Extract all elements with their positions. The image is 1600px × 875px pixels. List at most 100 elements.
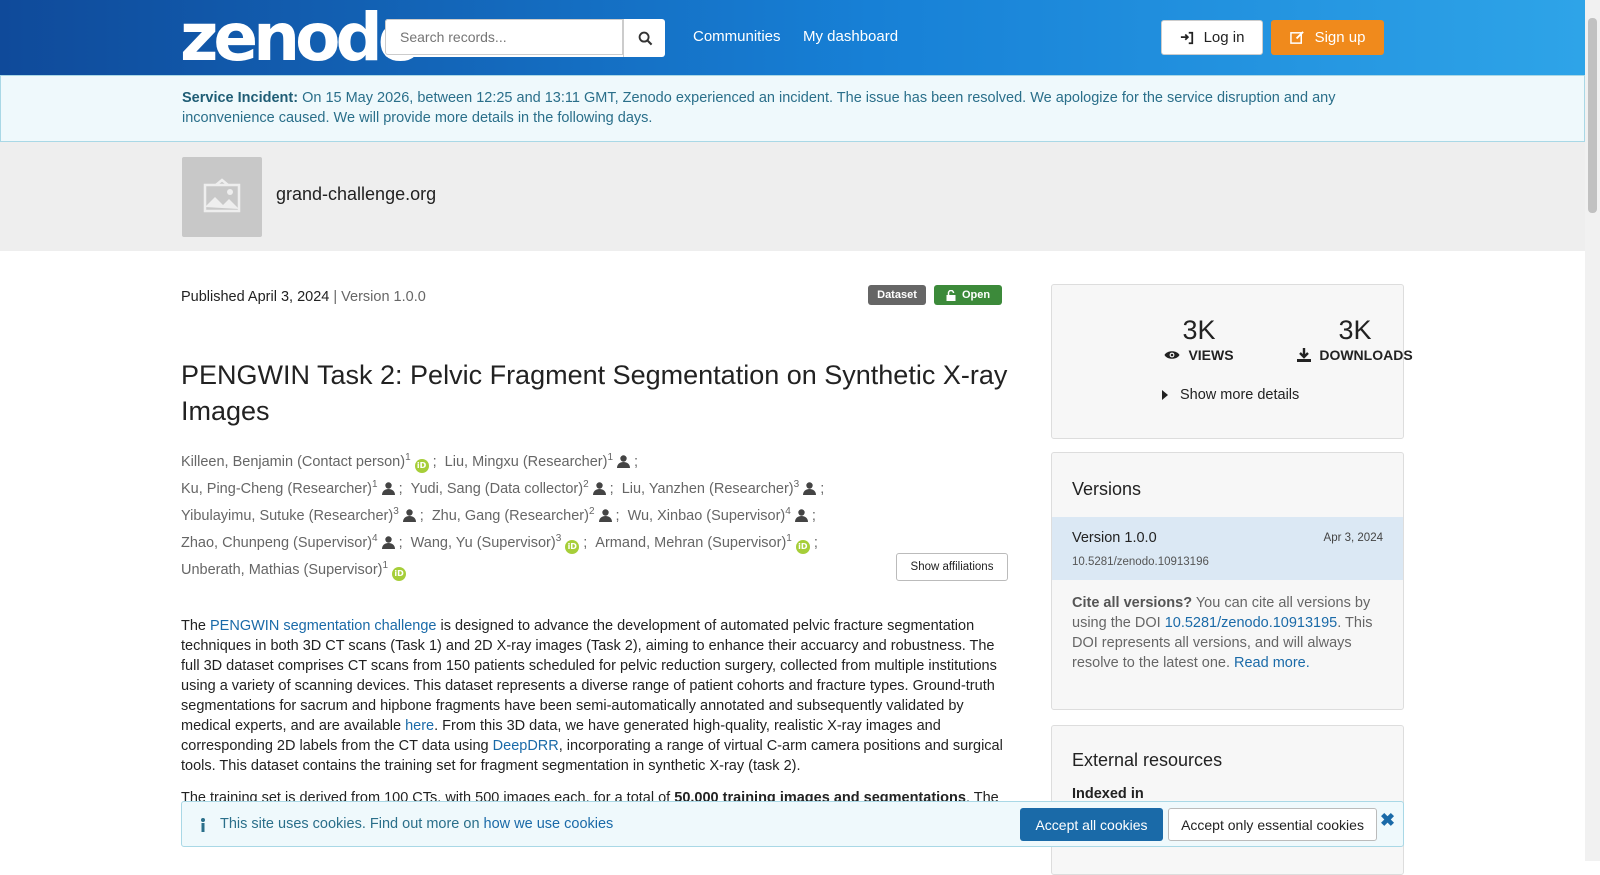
here-link[interactable]: here [405, 718, 434, 734]
pengwin-challenge-link[interactable]: PENGWIN segmentation challenge [210, 618, 436, 634]
orcid-icon[interactable]: iD [565, 539, 580, 554]
affiliation-number: 1 [372, 479, 378, 490]
separator: ; [820, 480, 825, 497]
read-more-link[interactable]: Read more. [1234, 655, 1310, 671]
user-icon [402, 509, 416, 522]
separator: ; [583, 534, 588, 551]
separator: ; [432, 453, 437, 470]
community-logo[interactable] [182, 157, 262, 237]
signup-button[interactable]: Sign up [1271, 20, 1384, 55]
creator-name[interactable]: Ku, Ping-Cheng (Researcher) [181, 481, 372, 497]
deepdrr-link[interactable]: DeepDRR [493, 738, 559, 754]
version-doi: 10.5281/zenodo.10913196 [1072, 556, 1209, 568]
image-placeholder-icon [203, 178, 241, 213]
show-affiliations-button[interactable]: Show affiliations [896, 553, 1008, 581]
version-item[interactable]: Version 1.0.0 Apr 3, 2024 10.5281/zenodo… [1052, 517, 1403, 580]
search-icon [638, 31, 652, 45]
separator: ; [634, 453, 639, 470]
separator: ; [615, 507, 620, 524]
external-resources-card: External resources Indexed in [1051, 725, 1404, 875]
search-button[interactable] [623, 19, 666, 57]
creator-name[interactable]: Liu, Yanzhen (Researcher) [622, 481, 794, 497]
access-label: Open [961, 289, 991, 301]
nav-my-dashboard[interactable]: My dashboard [803, 28, 898, 45]
creator-name[interactable]: Yudi, Sang (Data collector) [411, 481, 583, 497]
download-icon [1297, 348, 1312, 362]
affiliation-number: 2 [583, 479, 589, 490]
show-more-details-toggle[interactable]: Show more details [1162, 387, 1299, 403]
accept-all-cookies-button[interactable]: Accept all cookies [1020, 808, 1163, 841]
community-name[interactable]: grand-challenge.org [276, 184, 436, 205]
versions-heading: Versions [1072, 479, 1142, 499]
creators-row: Killeen, Benjamin (Contact person)1iD; Li… [181, 444, 1011, 473]
external-resources-heading: External resources [1072, 750, 1223, 770]
access-badge: Open [934, 285, 1002, 305]
desc-text: The [181, 618, 211, 634]
creator-name[interactable]: Yibulayimu, Sutuke (Researcher) [181, 508, 393, 524]
search-box [385, 19, 665, 57]
creator-name[interactable]: Wu, Xinbao (Supervisor) [628, 508, 786, 524]
creator-name[interactable]: Zhu, Gang (Researcher) [432, 508, 589, 524]
search-input[interactable] [385, 19, 623, 55]
incident-label: Service Incident: [182, 90, 299, 106]
affiliation-number: 2 [588, 506, 595, 517]
publication-info: Published April 3, 2024 | Version 1.0.0 [181, 289, 426, 305]
creators-row: Unberath, Mathias (Supervisor)1iD [181, 552, 1011, 581]
affiliation-number: 1 [382, 560, 389, 571]
views-count: 3K [1182, 315, 1216, 345]
downloads-count: 3K [1338, 315, 1372, 345]
affiliation-number: 3 [555, 533, 562, 544]
views-label: VIEWS [1114, 347, 1284, 363]
creators-row: Zhao, Chunpeng (Supervisor)4; Wang, Yu (S… [181, 525, 1011, 554]
versions-card: Versions Version 1.0.0 Apr 3, 2024 10.52… [1051, 452, 1404, 710]
scrollbar-thumb[interactable] [1588, 18, 1597, 213]
user-icon [381, 482, 395, 495]
separator: ; [398, 534, 403, 551]
creator-name[interactable]: Zhao, Chunpeng (Supervisor) [181, 535, 372, 551]
separator: ; [419, 507, 424, 524]
creator-name[interactable]: Killeen, Benjamin (Contact person) [181, 454, 405, 470]
stats-card: 3K VIEWS 3K DOWNLOADS Show more details [1051, 284, 1413, 439]
info-icon [201, 818, 205, 832]
sign-in-icon [1180, 31, 1193, 44]
user-icon [598, 509, 612, 522]
downloads-label: DOWNLOADS [1270, 347, 1440, 363]
desc-text: is designed to advance the development o… [181, 618, 997, 734]
unlock-icon [946, 289, 956, 301]
cite-label: Cite all versions? [1072, 595, 1193, 611]
resource-type-label: Dataset [877, 289, 917, 301]
orcid-icon[interactable]: iD [392, 566, 407, 581]
creator-name[interactable]: Armand, Mehran (Supervisor) [595, 535, 786, 551]
creator-name[interactable]: Unberath, Mathias (Supervisor) [181, 562, 382, 578]
record-version: | Version 1.0.0 [333, 289, 426, 305]
page-scrollbar[interactable] [1585, 0, 1600, 861]
creator-name[interactable]: Liu, Mingxu (Researcher) [445, 454, 608, 470]
user-icon [803, 482, 817, 495]
cookie-banner: This site uses cookies. Find out more on… [181, 801, 1404, 847]
separator: ; [609, 480, 614, 497]
close-icon[interactable]: ✖ [1380, 810, 1395, 831]
resource-type-badge: Dataset [868, 285, 926, 305]
affiliation-number: 3 [393, 506, 399, 517]
top-navbar: zenodo Communities My dashboard Log in S… [0, 0, 1585, 75]
creators-row: Ku, Ping-Cheng (Researcher)1; Yudi, Sang … [181, 471, 1011, 498]
orcid-icon[interactable]: iD [795, 539, 810, 554]
accept-essential-cookies-button[interactable]: Accept only essential cookies [1168, 808, 1377, 841]
user-icon [592, 482, 606, 495]
separator: ; [813, 534, 818, 551]
login-label: Log in [1203, 29, 1245, 46]
affiliation-number: 3 [793, 479, 800, 490]
login-button[interactable]: Log in [1161, 20, 1263, 55]
service-incident-banner: Service Incident: On 15 May 2026, betwee… [0, 75, 1585, 142]
nav-communities[interactable]: Communities [693, 28, 781, 45]
show-more-details-label: Show more details [1180, 387, 1300, 403]
concept-doi-link[interactable]: 10.5281/zenodo.10913195 [1165, 615, 1338, 631]
description-paragraph: The PENGWIN segmentation challenge is de… [181, 616, 1009, 776]
version-link[interactable]: Version 1.0.0 [1072, 530, 1157, 546]
cookie-policy-link[interactable]: how we use cookies [484, 816, 614, 832]
zenodo-logo[interactable]: zenodo [180, 5, 423, 71]
creator-name[interactable]: Wang, Yu (Supervisor) [411, 535, 556, 551]
affiliation-number: 1 [405, 452, 411, 463]
downloads-label-text: DOWNLOADS [1319, 347, 1413, 363]
creators-list: Killeen, Benjamin (Contact person)1iD; Li… [181, 444, 1011, 581]
